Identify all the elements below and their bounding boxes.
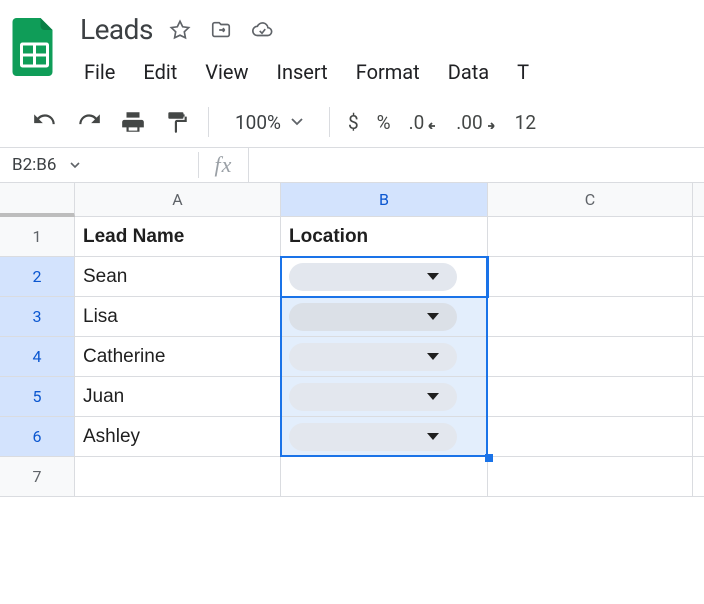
move-icon[interactable]	[210, 19, 232, 41]
cell-a7[interactable]	[75, 457, 281, 497]
cell-b1[interactable]: Location	[281, 217, 488, 257]
cell-a3[interactable]: Lisa	[75, 297, 281, 337]
cell[interactable]	[693, 297, 704, 337]
divider	[329, 107, 330, 137]
cell[interactable]	[693, 457, 704, 497]
cell-c4[interactable]	[488, 337, 693, 377]
decrease-decimal-button[interactable]: .0	[409, 111, 439, 134]
cell-b4[interactable]	[281, 337, 488, 377]
cell-b2[interactable]	[281, 257, 488, 297]
cell[interactable]	[693, 257, 704, 297]
chevron-down-icon	[427, 353, 439, 360]
percent-button[interactable]: %	[377, 111, 391, 134]
dropdown-chip[interactable]	[289, 303, 457, 331]
col-header-a[interactable]: A	[75, 183, 281, 217]
menu-view[interactable]: View	[191, 53, 262, 91]
selection-handle[interactable]	[485, 454, 493, 462]
menu-insert[interactable]: Insert	[263, 53, 342, 91]
chevron-down-icon	[427, 393, 439, 400]
cell-b5[interactable]	[281, 377, 488, 417]
font-size[interactable]: 12	[515, 111, 536, 134]
cell-c1[interactable]	[488, 217, 693, 257]
cell-a5[interactable]: Juan	[75, 377, 281, 417]
cell[interactable]	[693, 377, 704, 417]
row-header-5[interactable]: 5	[0, 377, 75, 417]
sheets-logo[interactable]	[8, 8, 60, 78]
cell[interactable]	[693, 337, 704, 377]
cell-c2[interactable]	[488, 257, 693, 297]
col-header[interactable]	[693, 183, 704, 217]
toolbar: 100% $ % .0 .00 12	[0, 95, 704, 148]
menu-tools[interactable]: T	[503, 53, 529, 91]
row-header-2[interactable]: 2	[0, 257, 75, 297]
menu-data[interactable]: Data	[434, 53, 503, 91]
zoom-select[interactable]: 100%	[227, 111, 311, 134]
cell-c6[interactable]	[488, 417, 693, 457]
doc-title[interactable]: Leads	[80, 13, 153, 46]
row-header-6[interactable]: 6	[0, 417, 75, 457]
divider	[208, 107, 209, 137]
zoom-value: 100%	[235, 111, 281, 134]
cell-a2[interactable]: Sean	[75, 257, 281, 297]
arrow-right-icon	[485, 115, 497, 129]
menubar: File Edit View Insert Format Data T	[80, 53, 704, 91]
cell[interactable]	[693, 217, 704, 257]
arrow-left-icon	[426, 115, 438, 129]
dropdown-chip[interactable]	[289, 423, 457, 451]
cell-b7[interactable]	[281, 457, 488, 497]
header: Leads File Edit View Insert Format Data …	[0, 0, 704, 91]
undo-icon[interactable]	[32, 109, 58, 135]
menu-edit[interactable]: Edit	[129, 53, 191, 91]
print-icon[interactable]	[120, 109, 146, 135]
cell-a1[interactable]: Lead Name	[75, 217, 281, 257]
cell-c5[interactable]	[488, 377, 693, 417]
row-header-4[interactable]: 4	[0, 337, 75, 377]
redo-icon[interactable]	[76, 109, 102, 135]
dropdown-chip[interactable]	[289, 263, 457, 291]
spreadsheet-grid: A B C 1 2 3 4 5 6 7 Lead Name Location S…	[0, 183, 704, 497]
cell-c3[interactable]	[488, 297, 693, 337]
menu-file[interactable]: File	[80, 53, 129, 91]
cell-a6[interactable]: Ashley	[75, 417, 281, 457]
chevron-down-icon	[427, 313, 439, 320]
formula-input[interactable]	[248, 148, 704, 182]
formula-bar: B2:B6 fx	[0, 148, 704, 183]
chevron-down-icon	[427, 273, 439, 280]
cell[interactable]	[693, 417, 704, 457]
cell-b6[interactable]	[281, 417, 488, 457]
dropdown-chip[interactable]	[289, 343, 457, 371]
select-all-corner[interactable]	[0, 183, 75, 217]
row-header-7[interactable]: 7	[0, 457, 75, 497]
cell-b3[interactable]	[281, 297, 488, 337]
cell-a4[interactable]: Catherine	[75, 337, 281, 377]
row-header-1[interactable]: 1	[0, 217, 75, 257]
paint-format-icon[interactable]	[164, 109, 190, 135]
cell-c7[interactable]	[488, 457, 693, 497]
increase-decimal-button[interactable]: .00	[456, 111, 496, 134]
chevron-down-icon	[291, 118, 303, 126]
currency-button[interactable]: $	[348, 111, 359, 134]
name-box[interactable]: B2:B6	[0, 155, 88, 175]
chevron-down-icon	[70, 162, 80, 169]
menu-format[interactable]: Format	[342, 53, 434, 91]
col-header-c[interactable]: C	[488, 183, 693, 217]
row-header-3[interactable]: 3	[0, 297, 75, 337]
star-icon[interactable]	[169, 19, 191, 41]
fx-label: fx	[198, 152, 248, 178]
chevron-down-icon	[427, 433, 439, 440]
cloud-icon[interactable]	[251, 19, 273, 41]
dropdown-chip[interactable]	[289, 383, 457, 411]
col-header-b[interactable]: B	[281, 183, 488, 217]
